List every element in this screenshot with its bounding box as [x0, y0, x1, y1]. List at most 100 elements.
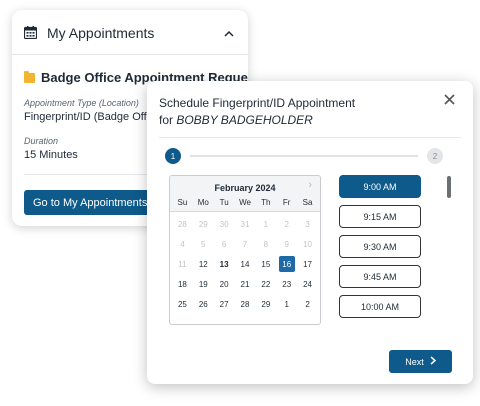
calendar-day[interactable]: 21: [235, 274, 256, 294]
calendar-day[interactable]: 15: [255, 254, 276, 274]
calendar-day-number: 19: [198, 279, 208, 289]
duration-label: Duration: [24, 136, 59, 146]
calendar-day[interactable]: 12: [193, 254, 214, 274]
calendar-day: 7: [235, 234, 256, 254]
calendar-day[interactable]: 18: [172, 274, 193, 294]
calendar-day-number: 28: [177, 219, 187, 229]
calendar-day-number: 25: [177, 299, 187, 309]
appointment-type-value: Fingerprint/ID (Badge Office): [24, 111, 165, 123]
calendar-day[interactable]: 2: [297, 294, 318, 314]
time-slot-selected[interactable]: 9:00 AM: [339, 175, 421, 198]
calendar-day: 2: [276, 214, 297, 234]
calendar-day-number: 17: [303, 259, 313, 269]
modal-title-line2: for BOBBY BADGEHOLDER: [159, 112, 355, 129]
calendar-month: February 2024: [214, 183, 276, 193]
modal-title-line1: Schedule Fingerprint/ID Appointment: [159, 96, 356, 110]
calendar-day[interactable]: 22: [255, 274, 276, 294]
calendar-day-number: 31: [240, 219, 250, 229]
stepper-line: [190, 155, 418, 157]
calendar-day[interactable]: 17: [297, 254, 318, 274]
calendar-day[interactable]: 25: [172, 294, 193, 314]
calendar-day: 4: [172, 234, 193, 254]
chevron-right-icon: [430, 356, 436, 367]
calendar-day-number: 29: [261, 299, 271, 309]
calendar-day-number: 1: [284, 299, 289, 309]
time-slot[interactable]: 9:30 AM: [339, 235, 421, 258]
calendar-day-number: 1: [263, 219, 269, 229]
step-1: 1: [165, 148, 181, 164]
calendar-day: 6: [214, 234, 235, 254]
time-slot[interactable]: 9:15 AM: [339, 205, 421, 228]
next-month-icon[interactable]: ›: [308, 179, 312, 191]
calendar-day[interactable]: 19: [193, 274, 214, 294]
calendar-day[interactable]: 14: [235, 254, 256, 274]
calendar-day-number: 6: [221, 239, 227, 249]
weekday-label: Th: [261, 198, 271, 207]
next-label: Next: [405, 356, 424, 367]
calendar-day: 28: [172, 214, 193, 234]
chevron-up-icon[interactable]: [224, 26, 234, 40]
calendar-day-number: 13: [219, 259, 229, 269]
calendar-day: 11: [172, 254, 193, 274]
calendar-day-number: 2: [305, 299, 310, 309]
calendar-day-number: 28: [240, 299, 250, 309]
calendar-day: 31: [235, 214, 256, 234]
divider: [12, 54, 248, 55]
calendar-day: 29: [193, 214, 214, 234]
calendar-day: 30: [214, 214, 235, 234]
calendar-day: 3: [297, 214, 318, 234]
calendar-day: 10: [297, 234, 318, 254]
calendar-day: 1: [255, 214, 276, 234]
calendar-day-number: 21: [240, 279, 250, 289]
calendar-day[interactable]: 20: [214, 274, 235, 294]
calendar-day-number: 24: [303, 279, 313, 289]
weekday-label: Sa: [302, 198, 313, 207]
calendar-day: 5: [193, 234, 214, 254]
next-button[interactable]: Next: [389, 350, 452, 373]
modal-title-for: for: [159, 113, 177, 127]
calendar-icon: [23, 26, 38, 40]
calendar-header: February 2024 › Su Mo Tu We Th Fr Sa: [170, 176, 320, 212]
calendar-day[interactable]: 24: [297, 274, 318, 294]
weekday-row: Su Mo Tu We Th Fr Sa: [172, 198, 318, 207]
calendar-day[interactable]: 26: [193, 294, 214, 314]
calendar-day-selected[interactable]: 16: [276, 254, 297, 274]
calendar-day-number: 2: [284, 219, 289, 229]
close-icon[interactable]: [444, 93, 455, 109]
calendar-day-number: 7: [242, 239, 248, 249]
calendar-day-number: 18: [177, 279, 187, 289]
calendar-day-number: 23: [282, 279, 292, 289]
calendar-day-number: 22: [261, 279, 271, 289]
calendar-day-number: 8: [263, 239, 269, 249]
scrollbar[interactable]: [447, 176, 451, 198]
calendar-day: 9: [276, 234, 297, 254]
calendar-day-number: 9: [284, 239, 289, 249]
badgeholder-name: BOBBY BADGEHOLDER: [176, 113, 313, 127]
calendar-day-number: 11: [178, 259, 187, 269]
calendar-day[interactable]: 27: [214, 294, 235, 314]
calendar-day-number: 15: [261, 259, 271, 269]
calendar-day-number: 12: [198, 259, 208, 269]
calendar-day-number: 5: [201, 239, 206, 249]
time-slot[interactable]: 10:00 AM: [339, 295, 421, 318]
calendar-day[interactable]: 29: [255, 294, 276, 314]
schedule-appointment-modal: Schedule Fingerprint/ID Appointment for …: [147, 81, 473, 384]
calendar-day-number: 27: [219, 299, 229, 309]
calendar-day[interactable]: 13: [214, 254, 235, 274]
weekday-label: Tu: [219, 198, 229, 207]
calendar-day-number: 30: [219, 219, 229, 229]
calendar-day[interactable]: 28: [235, 294, 256, 314]
calendar-day[interactable]: 1: [276, 294, 297, 314]
calendar-day[interactable]: 23: [276, 274, 297, 294]
calendar-day-number: 3: [305, 219, 310, 229]
time-slot[interactable]: 9:45 AM: [339, 265, 421, 288]
calendar-day-number: 29: [198, 219, 208, 229]
calendar-day-number: 10: [303, 239, 313, 249]
stepper: 1 2: [165, 148, 443, 164]
appointments-header[interactable]: My Appointments: [23, 22, 234, 44]
weekday-label: Fr: [282, 198, 291, 207]
calendar-day-number: 16: [278, 256, 295, 272]
folder-icon: [24, 70, 35, 83]
step-2: 2: [427, 148, 443, 164]
weekday-label: Su: [177, 198, 188, 207]
